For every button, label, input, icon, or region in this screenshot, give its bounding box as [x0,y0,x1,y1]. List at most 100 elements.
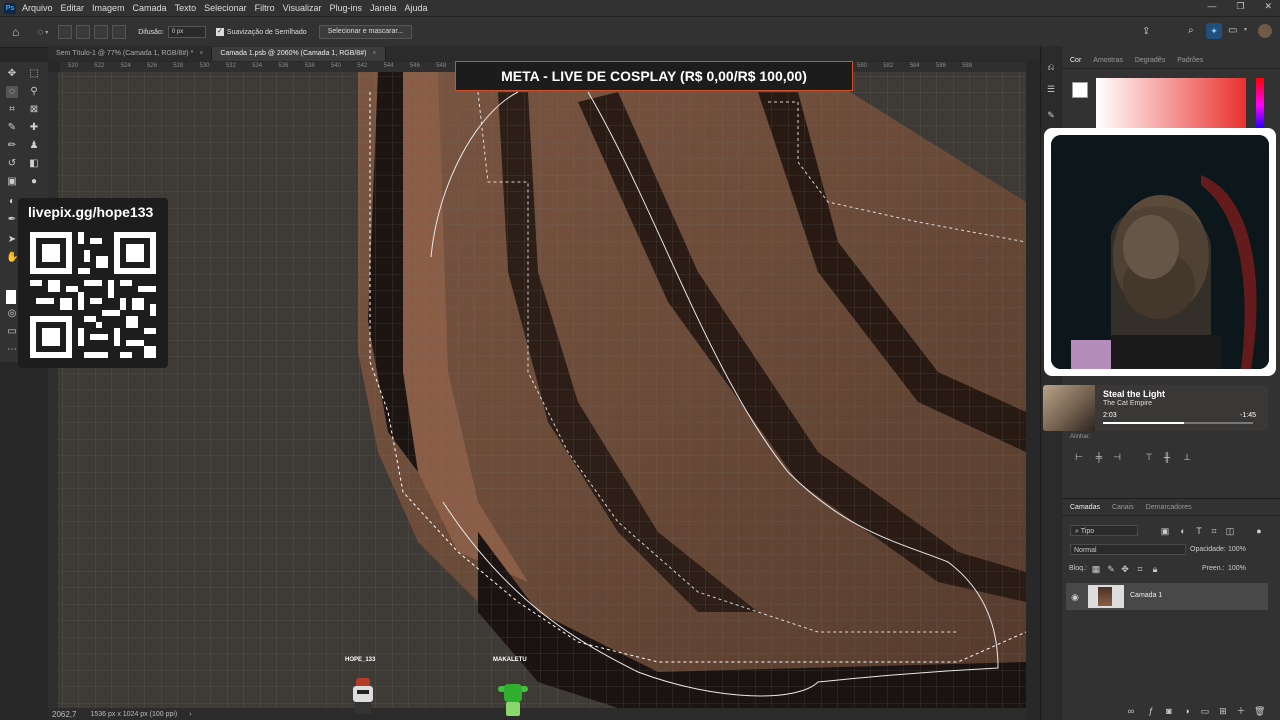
menu-visualizar[interactable]: Visualizar [283,3,322,13]
discover-icon[interactable]: ✦ [1206,23,1222,39]
menu-janela[interactable]: Janela [370,3,397,13]
blur-tool-icon[interactable]: ● [28,176,40,188]
filter-smart-icon[interactable]: ◫ [1225,526,1235,536]
move-tool-icon[interactable]: ✥ [6,68,18,80]
new-layer-plus-icon[interactable]: ＋ [1236,706,1246,716]
chevron-down-icon[interactable]: ▾ [45,29,48,36]
search-icon[interactable]: ⌕ [1188,25,1194,36]
pen-tool-icon[interactable]: ✒ [6,214,18,226]
workspace-icon[interactable]: ▭ [1228,25,1237,36]
close-icon[interactable]: × [199,50,203,57]
align-left-icon[interactable]: ⊢ [1074,452,1084,462]
screen-mode-icon[interactable]: ▭ [6,326,18,338]
healing-tool-icon[interactable]: ✚ [28,122,40,134]
crop-tool-icon[interactable]: ⌗ [6,104,18,116]
feather-input[interactable]: 0 px [167,26,206,38]
tab-amostras[interactable]: Amostras [1093,57,1123,64]
add-selection-button[interactable] [76,25,91,39]
color-field[interactable] [1096,78,1246,132]
lock-all-icon[interactable]: 🔒︎ [1150,564,1160,574]
eraser-tool-icon[interactable]: ◧ [28,158,40,170]
opacity-input[interactable]: 100% [1228,546,1246,553]
tab-degrades[interactable]: Degradês [1135,57,1165,64]
dodge-tool-icon[interactable]: ◐ [6,196,18,208]
hand-tool-icon[interactable]: ✋ [6,252,18,264]
menu-camada[interactable]: Camada [133,3,167,13]
menu-ajuda[interactable]: Ajuda [405,3,428,13]
hue-slider[interactable] [1256,78,1264,132]
lasso-tool-icon[interactable]: ◌ [37,27,43,38]
edit-toolbar-icon[interactable]: ⋯ [6,344,18,356]
frame-tool-icon[interactable]: ⊠ [28,104,40,116]
align-center-h-icon[interactable]: ╪ [1094,452,1104,462]
stamp-tool-icon[interactable]: ♟ [28,140,40,152]
trash-icon[interactable]: 🗑︎ [1254,706,1265,716]
chevron-down-icon[interactable]: ▾ [1244,26,1247,33]
gradient-tool-icon[interactable]: ▣ [6,176,18,188]
lock-transparency-icon[interactable]: ▦ [1091,564,1101,574]
subtract-selection-button[interactable] [94,25,109,39]
filter-type-icon[interactable]: T [1194,526,1204,536]
align-bottom-icon[interactable]: ⊥ [1182,452,1192,462]
restore-icon[interactable]: ❐ [1236,1,1244,12]
new-selection-button[interactable] [58,25,73,39]
new-layer-icon[interactable]: ⊞ [1218,706,1228,716]
menu-plugins[interactable]: Plug-ins [329,3,362,13]
blend-mode-select[interactable]: Normal [1070,544,1186,555]
align-top-icon[interactable]: ⊤ [1144,452,1154,462]
layer-style-icon[interactable]: ƒ [1146,706,1156,716]
eyedropper-tool-icon[interactable]: ✎ [6,122,18,134]
menu-selecionar[interactable]: Selecionar [204,3,247,13]
antialias-checkbox[interactable]: ✓ [215,28,224,36]
lock-pixels-icon[interactable]: ✎ [1106,564,1116,574]
lasso-tool-icon[interactable]: ◌ [6,86,18,98]
link-layers-icon[interactable]: ∞ [1126,706,1136,716]
comments-panel-icon[interactable]: ☰ [1046,84,1056,94]
quick-select-tool-icon[interactable]: ⚲ [28,86,40,98]
lock-artboard-icon[interactable]: ⌗ [1135,564,1145,574]
menu-texto[interactable]: Texto [175,3,197,13]
tab-sem-titulo[interactable]: Sem Título-1 @ 77% (Camada 1, RGB/8#) * × [48,47,213,61]
foreground-color-swatch[interactable] [6,290,16,304]
path-select-tool-icon[interactable]: ➤ [6,234,18,246]
fill-input[interactable]: 100% [1228,565,1246,572]
quick-mask-icon[interactable]: ◎ [6,308,18,320]
align-right-icon[interactable]: ⊣ [1112,452,1122,462]
align-middle-v-icon[interactable]: ╫ [1162,452,1172,462]
adjustment-layer-icon[interactable]: ◑ [1182,706,1192,716]
brush-tool-icon[interactable]: ✏ [6,140,18,152]
brush-panel-icon[interactable]: ✎ [1046,110,1056,120]
menu-filtro[interactable]: Filtro [255,3,275,13]
group-icon[interactable]: ▭ [1200,706,1210,716]
tab-demarcadores[interactable]: Demarcadores [1146,504,1192,511]
document-canvas[interactable] [58,72,1026,708]
user-avatar[interactable] [1258,24,1272,38]
tab-cor[interactable]: Cor [1070,57,1081,64]
menu-imagem[interactable]: Imagem [92,3,125,13]
filter-pixel-icon[interactable]: ▣ [1160,526,1170,536]
zoom-readout[interactable]: 2062,7 [52,710,76,719]
marquee-tool-icon[interactable]: ⬚ [28,68,40,80]
close-icon[interactable]: ✕ [1264,1,1272,12]
history-brush-icon[interactable]: ↺ [6,158,18,170]
intersect-selection-button[interactable] [112,25,127,39]
foreground-swatch[interactable] [1072,82,1088,98]
chevron-right-icon[interactable]: › [189,711,191,718]
layer-filter-select[interactable]: ⌕ Tipo [1070,525,1138,536]
tab-padroes[interactable]: Padrões [1177,57,1203,64]
home-icon[interactable]: ⌂ [12,25,19,39]
add-mask-icon[interactable]: ◙ [1164,706,1174,716]
menu-arquivo[interactable]: Arquivo [22,3,53,13]
layer-row[interactable]: ◉ Camada 1 [1066,583,1268,610]
tab-camadas[interactable]: Camadas [1070,504,1100,511]
tab-canais[interactable]: Canais [1112,504,1134,511]
minimize-icon[interactable]: — [1207,1,1216,12]
lock-position-icon[interactable]: ✥ [1120,564,1130,574]
share-icon[interactable]: ⇪ [1142,26,1150,37]
history-panel-icon[interactable]: ⎌ [1046,62,1056,72]
filter-shape-icon[interactable]: ⌗ [1209,526,1219,536]
select-and-mask-button[interactable]: Selecionar e mascarar... [318,25,413,39]
filter-toggle-icon[interactable]: ● [1254,526,1264,536]
tab-camada-psb[interactable]: Camada 1.psb @ 2060% (Camada 1, RGB/8#) × [212,47,386,61]
menu-editar[interactable]: Editar [61,3,85,13]
